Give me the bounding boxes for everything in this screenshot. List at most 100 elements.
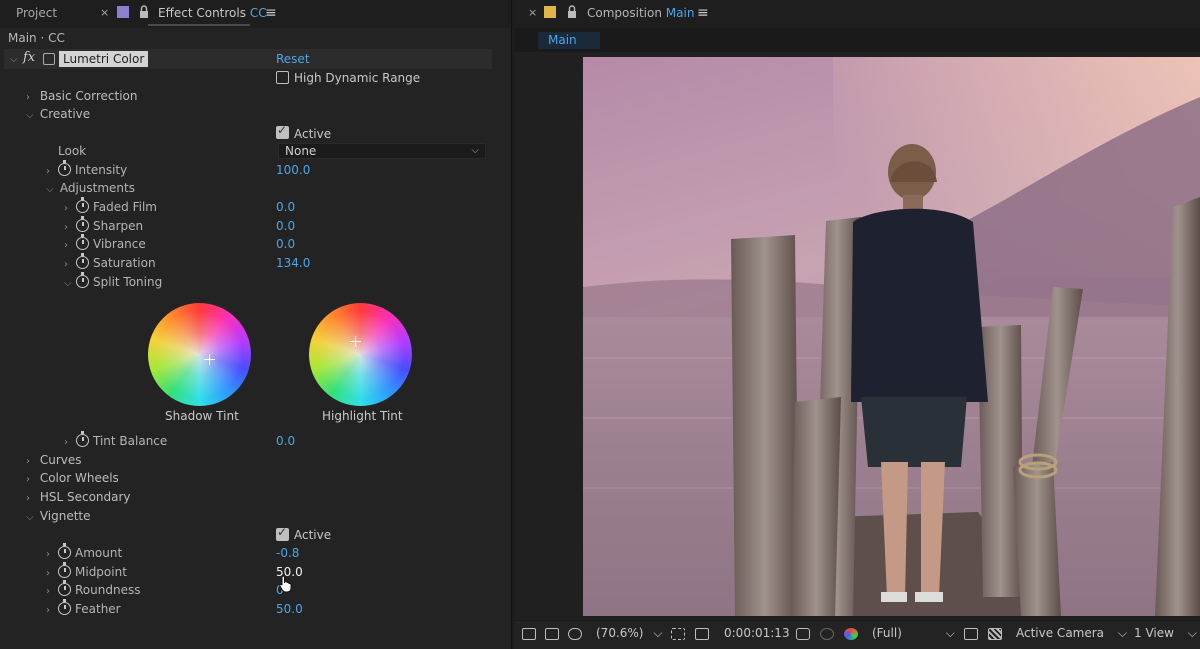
tab-composition[interactable]: Composition Main <box>587 0 694 26</box>
section-vignette-label: Vignette <box>39 509 91 523</box>
fx-toggle-icon[interactable]: fx <box>23 50 35 65</box>
effect-name-label[interactable]: Lumetri Color <box>59 51 149 67</box>
camera-dropdown[interactable]: Active Camera ⌵ <box>1016 626 1127 641</box>
panel-menu-icon[interactable]: ≡ <box>697 0 709 26</box>
resolution-dropdown[interactable]: (Full) ⌵ <box>872 626 955 641</box>
views-dropdown[interactable]: 1 View ⌵ <box>1134 626 1197 641</box>
section-basic-correction[interactable]: › Basic Correction <box>26 89 138 103</box>
panel-menu-icon[interactable]: ≡ <box>265 0 277 26</box>
tab-effect-controls[interactable]: Effect Controls CC <box>158 0 267 26</box>
mask-visibility-icon[interactable] <box>695 628 709 640</box>
roundness-label: Roundness <box>75 583 141 597</box>
reset-link[interactable]: Reset <box>276 52 310 66</box>
transparency-grid-icon[interactable] <box>988 628 1002 640</box>
section-creative-label: Creative <box>39 107 91 121</box>
viewer-tab-main[interactable]: Main <box>538 32 600 49</box>
zoom-value: (70.6%) <box>596 626 644 640</box>
left-tabbar: Project × Effect Controls CC ≡ <box>0 0 511 28</box>
adjustments-row[interactable]: ⌵ Adjustments <box>46 181 135 195</box>
amount-row[interactable]: › Amount <box>46 543 122 560</box>
intensity-row[interactable]: › Intensity <box>46 160 127 177</box>
stopwatch-icon[interactable] <box>76 234 89 250</box>
hdr-checkbox[interactable] <box>276 71 289 84</box>
tint-balance-label: Tint Balance <box>93 434 168 448</box>
stopwatch-icon[interactable] <box>58 599 71 615</box>
sharpen-value[interactable]: 0.0 <box>276 219 295 233</box>
tab-composition-name: Main <box>665 6 695 20</box>
midpoint-row[interactable]: › Midpoint <box>46 562 127 579</box>
highlight-tint-wheel[interactable] <box>309 303 412 406</box>
show-snapshot-icon[interactable] <box>820 628 834 640</box>
vibrance-value[interactable]: 0.0 <box>276 237 295 251</box>
vignette-active-checkbox[interactable] <box>276 525 289 541</box>
hand-cursor-icon <box>279 575 292 593</box>
saturation-value[interactable]: 134.0 <box>276 256 310 270</box>
amount-value[interactable]: -0.8 <box>276 546 299 560</box>
section-hsl-secondary[interactable]: › HSL Secondary <box>26 490 131 504</box>
tab-effect-controls-label: Effect Controls <box>158 6 246 20</box>
zoom-dropdown[interactable]: (70.6%) ⌵ <box>596 626 662 641</box>
feather-value[interactable]: 50.0 <box>276 602 303 616</box>
composition-panel: × Composition Main ≡ Main (70.6%) ⌵ 0:00… <box>514 0 1200 649</box>
stopwatch-icon[interactable] <box>58 543 71 559</box>
color-label-icon <box>117 6 129 18</box>
chevron-down-icon: ⌵ <box>471 145 479 156</box>
lock-icon[interactable] <box>138 0 150 26</box>
roundness-row[interactable]: › Roundness <box>46 580 141 597</box>
tab-composition-label: Composition <box>587 6 662 20</box>
effect-preset-icon[interactable] <box>43 53 55 65</box>
right-tabbar: × Composition Main ≡ <box>514 0 1200 28</box>
look-dropdown-value: None <box>285 144 317 158</box>
chevron-down-icon: ⌵ <box>1117 626 1127 640</box>
stopwatch-icon[interactable] <box>76 253 89 269</box>
channel-rgb-icon[interactable] <box>844 628 858 640</box>
feather-row[interactable]: › Feather <box>46 599 121 616</box>
tint-balance-value[interactable]: 0.0 <box>276 434 295 448</box>
shadow-tint-crosshair[interactable] <box>204 354 215 365</box>
split-toning-row[interactable]: ⌵ Split Toning <box>64 272 162 289</box>
shadow-tint-label: Shadow Tint <box>165 409 239 423</box>
effect-expand-chevron[interactable]: ⌵ <box>10 51 20 65</box>
intensity-value[interactable]: 100.0 <box>276 163 310 177</box>
grid-guides-icon[interactable] <box>671 628 685 640</box>
section-creative[interactable]: ⌵ Creative <box>26 107 90 121</box>
shadow-tint-wheel[interactable] <box>148 303 251 406</box>
current-time-display[interactable]: 0:00:01:13 <box>724 626 790 640</box>
highlight-tint-crosshair[interactable] <box>350 336 361 347</box>
monitor-icon[interactable] <box>545 628 559 640</box>
snapshot-camera-icon[interactable] <box>796 628 810 640</box>
stopwatch-icon[interactable] <box>58 562 71 578</box>
section-basic-correction-label: Basic Correction <box>39 89 138 103</box>
section-curves-label: Curves <box>39 453 82 467</box>
vr-goggles-icon[interactable] <box>568 628 582 640</box>
stopwatch-icon[interactable] <box>58 160 71 176</box>
lock-icon[interactable] <box>566 0 578 26</box>
midpoint-label: Midpoint <box>75 565 127 579</box>
stopwatch-icon[interactable] <box>76 431 89 447</box>
tint-balance-row[interactable]: › Tint Balance <box>64 431 168 448</box>
effect-controls-panel: Project × Effect Controls CC ≡ Main · CC… <box>0 0 512 649</box>
close-tab-icon[interactable]: × <box>100 0 109 26</box>
look-dropdown[interactable]: None ⌵ <box>278 143 486 159</box>
section-color-wheels[interactable]: › Color Wheels <box>26 471 119 485</box>
vibrance-row[interactable]: › Vibrance <box>64 234 146 251</box>
composition-frame-image <box>583 57 1200 616</box>
stopwatch-icon[interactable] <box>76 272 89 288</box>
faded-film-row[interactable]: › Faded Film <box>64 197 157 214</box>
stopwatch-icon[interactable] <box>76 197 89 213</box>
sharpen-row[interactable]: › Sharpen <box>64 216 144 233</box>
section-vignette[interactable]: ⌵ Vignette <box>26 509 91 523</box>
region-of-interest-icon[interactable] <box>964 628 978 640</box>
saturation-row[interactable]: › Saturation <box>64 253 156 270</box>
faded-film-value[interactable]: 0.0 <box>276 200 295 214</box>
section-curves[interactable]: › Curves <box>26 453 81 467</box>
sharpen-label: Sharpen <box>93 219 144 233</box>
close-tab-icon[interactable]: × <box>528 0 537 26</box>
stopwatch-icon[interactable] <box>58 580 71 596</box>
stopwatch-icon[interactable] <box>76 216 89 232</box>
always-preview-icon[interactable] <box>522 628 536 640</box>
tab-project[interactable]: Project <box>16 0 57 26</box>
vignette-active-label: Active <box>294 528 332 542</box>
views-value: 1 View <box>1134 626 1174 640</box>
creative-active-checkbox[interactable] <box>276 123 289 139</box>
